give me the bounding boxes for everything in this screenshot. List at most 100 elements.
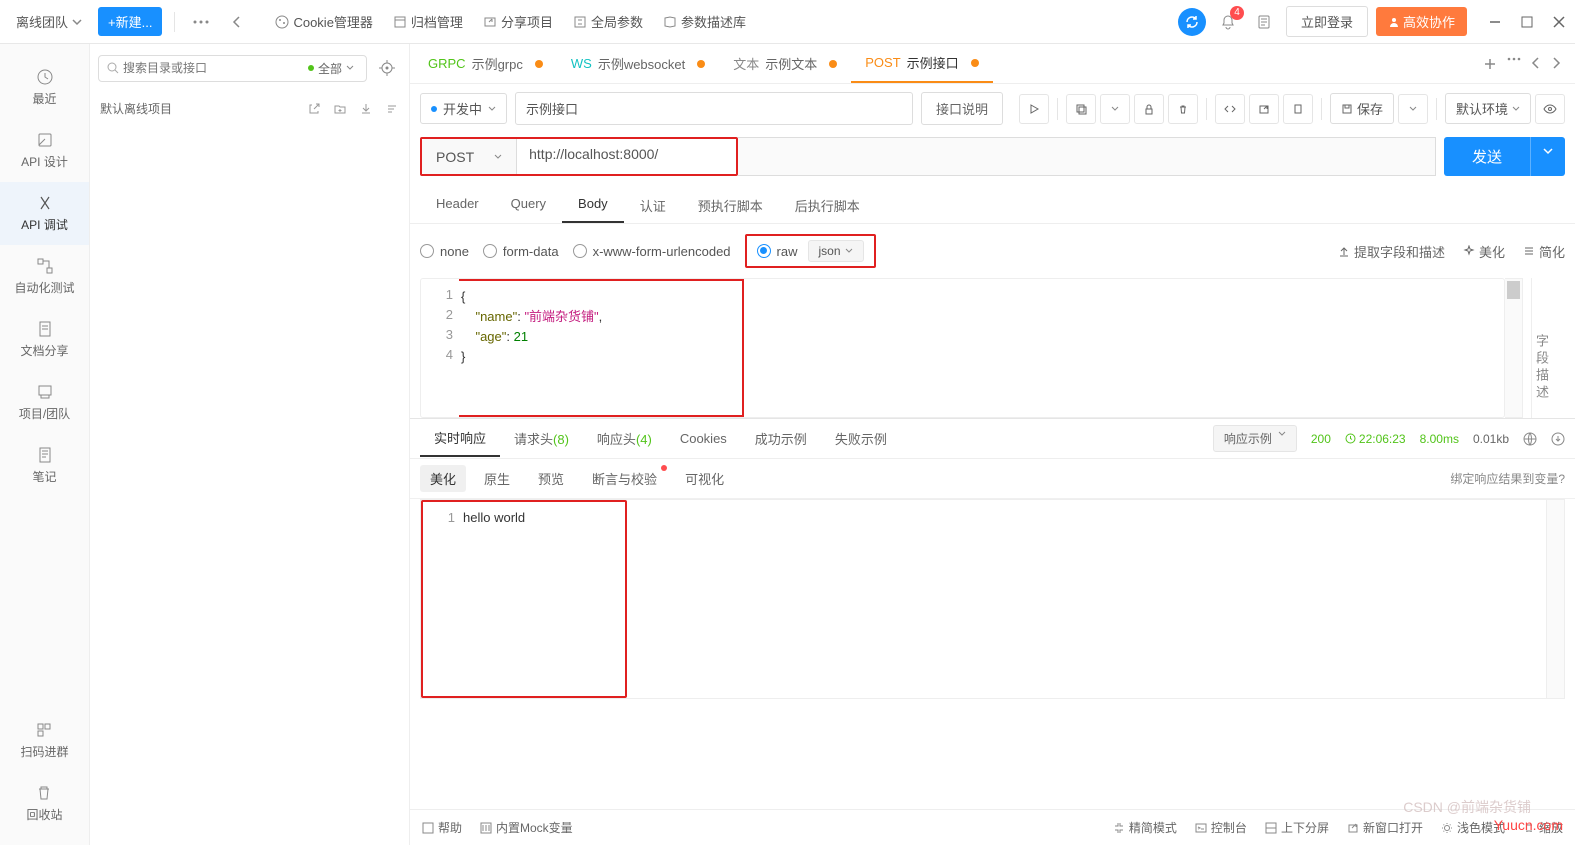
minimize-button[interactable] [1487,14,1503,30]
collaborate-button[interactable]: 高效协作 [1376,7,1467,36]
globe-icon[interactable] [1523,432,1537,446]
simplify-button[interactable]: 简化 [1523,242,1565,261]
body-type-urlencoded[interactable]: x-www-form-urlencoded [573,244,731,259]
save-button[interactable]: 保存 [1330,93,1394,124]
filter-all[interactable]: 全部 [304,60,358,77]
cookie-manager[interactable]: Cookie管理器 [267,8,380,35]
response-body-editor[interactable]: 1 hello world [420,499,1547,699]
resp-tab-realtime[interactable]: 实时响应 [420,420,500,457]
resp-tab-fail[interactable]: 失败示例 [821,421,901,456]
raw-format-select[interactable]: json [808,240,864,262]
field-description-panel[interactable]: 字段描述 [1531,278,1565,418]
share-project[interactable]: 分享项目 [475,8,561,35]
link-icon[interactable] [307,102,321,116]
req-tab-body[interactable]: Body [562,188,624,223]
note-button[interactable] [1250,8,1278,36]
sidebar-item-team[interactable]: 项目/团队 [0,371,89,434]
tab-text[interactable]: 文本示例文本 [719,44,851,83]
api-description-button[interactable]: 接口说明 [921,92,1003,125]
tab-post[interactable]: POST示例接口 [851,44,992,83]
sync-button[interactable] [1178,8,1206,36]
delete-button[interactable] [1168,94,1198,124]
req-tab-query[interactable]: Query [495,188,562,223]
sidebar-item-api-design[interactable]: API 设计 [0,119,89,182]
login-button[interactable]: 立即登录 [1286,6,1368,37]
close-button[interactable] [1551,14,1567,30]
status-select[interactable]: 开发中 [420,93,507,124]
tab-next-icon[interactable] [1551,57,1561,71]
tab-more-icon[interactable] [1507,57,1521,71]
extract-fields-button[interactable]: 提取字段和描述 [1338,242,1445,261]
resp-subtab-beautify[interactable]: 美化 [420,465,466,492]
resp-tab-req-headers[interactable]: 请求头(8) [500,421,583,456]
help-button[interactable]: 帮助 [422,819,462,836]
tab-grpc[interactable]: GRPC示例grpc [414,44,557,83]
req-tab-prescript[interactable]: 预执行脚本 [682,188,779,223]
body-type-none[interactable]: none [420,244,469,259]
param-describe-lib[interactable]: 参数描述库 [655,8,754,35]
sidebar-item-recent[interactable]: 最近 [0,56,89,119]
folder-icon[interactable] [333,102,347,116]
download-resp-icon[interactable] [1551,432,1565,446]
split-button[interactable]: 上下分屏 [1265,819,1329,836]
resp-tab-resp-headers[interactable]: 响应头(4) [583,421,666,456]
lock-button[interactable] [1134,94,1164,124]
req-tab-auth[interactable]: 认证 [624,188,682,223]
download-icon[interactable] [359,102,373,116]
scrollbar[interactable] [1505,278,1523,418]
bind-response-link[interactable]: 绑定响应结果到变量? [1450,470,1565,487]
body-type-raw[interactable]: raw [757,244,798,259]
maximize-button[interactable] [1519,14,1535,30]
copy-button[interactable] [1066,94,1096,124]
sidebar-item-notes[interactable]: 笔记 [0,434,89,497]
search-box[interactable]: 全部 [98,55,367,82]
resp-tab-cookies[interactable]: Cookies [666,423,741,454]
search-input[interactable] [123,61,300,75]
resp-subtab-raw[interactable]: 原生 [474,465,520,492]
response-example-select[interactable]: 响应示例 [1213,425,1297,452]
api-name-input[interactable]: 示例接口 [515,92,913,125]
sidebar-item-api-debug[interactable]: API 调试 [0,182,89,245]
eye-button[interactable] [1535,94,1565,124]
sidebar-item-docs[interactable]: 文档分享 [0,308,89,371]
console-button[interactable]: 控制台 [1195,819,1247,836]
url-input[interactable]: http://localhost:8000/ [516,139,736,174]
req-tab-postscript[interactable]: 后执行脚本 [779,188,876,223]
new-button[interactable]: +新建... [98,7,162,36]
resp-subtab-assert[interactable]: 断言与校验 [582,465,667,492]
send-dropdown[interactable] [1530,137,1565,176]
resp-subtab-visualize[interactable]: 可视化 [675,465,734,492]
team-select[interactable]: 离线团队 [8,12,90,31]
sidebar-item-automation[interactable]: 自动化测试 [0,245,89,308]
code-gen-button[interactable] [1215,94,1245,124]
mock-button[interactable]: 内置Mock变量 [480,819,573,836]
simple-mode-button[interactable]: 精简模式 [1113,819,1177,836]
resp-tab-success[interactable]: 成功示例 [741,421,821,456]
locate-button[interactable] [373,54,401,82]
sort-icon[interactable] [385,102,399,116]
export-button[interactable] [1249,94,1279,124]
sidebar-item-trash[interactable]: 回收站 [20,772,68,835]
notification-button[interactable]: 4 [1214,8,1242,36]
more-menu[interactable] [187,8,215,36]
save-dropdown[interactable] [1398,94,1428,124]
archive-manage[interactable]: 归档管理 [385,8,471,35]
tab-prev-icon[interactable] [1531,57,1541,71]
method-select[interactable]: POST [422,139,516,174]
req-tab-header[interactable]: Header [420,188,495,223]
global-params[interactable]: 全局参数 [565,8,651,35]
doc-button[interactable] [1283,94,1313,124]
newwindow-button[interactable]: 新窗口打开 [1347,819,1423,836]
code-area[interactable]: { "name": "前端杂货铺", "age": 21 } [459,279,744,417]
request-body-editor[interactable]: 1234 { "name": "前端杂货铺", "age": 21 } [420,278,1505,418]
add-tab-icon[interactable] [1483,57,1497,71]
tab-ws[interactable]: WS示例websocket [557,44,719,83]
run-button[interactable] [1019,94,1049,124]
body-type-formdata[interactable]: form-data [483,244,559,259]
resp-subtab-preview[interactable]: 预览 [528,465,574,492]
sidebar-item-qrcode[interactable]: 扫码进群 [20,709,68,772]
resp-scrollbar[interactable] [1547,499,1565,699]
prev-icon[interactable] [223,8,251,36]
copy-dropdown[interactable] [1100,94,1130,124]
env-select[interactable]: 默认环境 [1445,93,1531,124]
